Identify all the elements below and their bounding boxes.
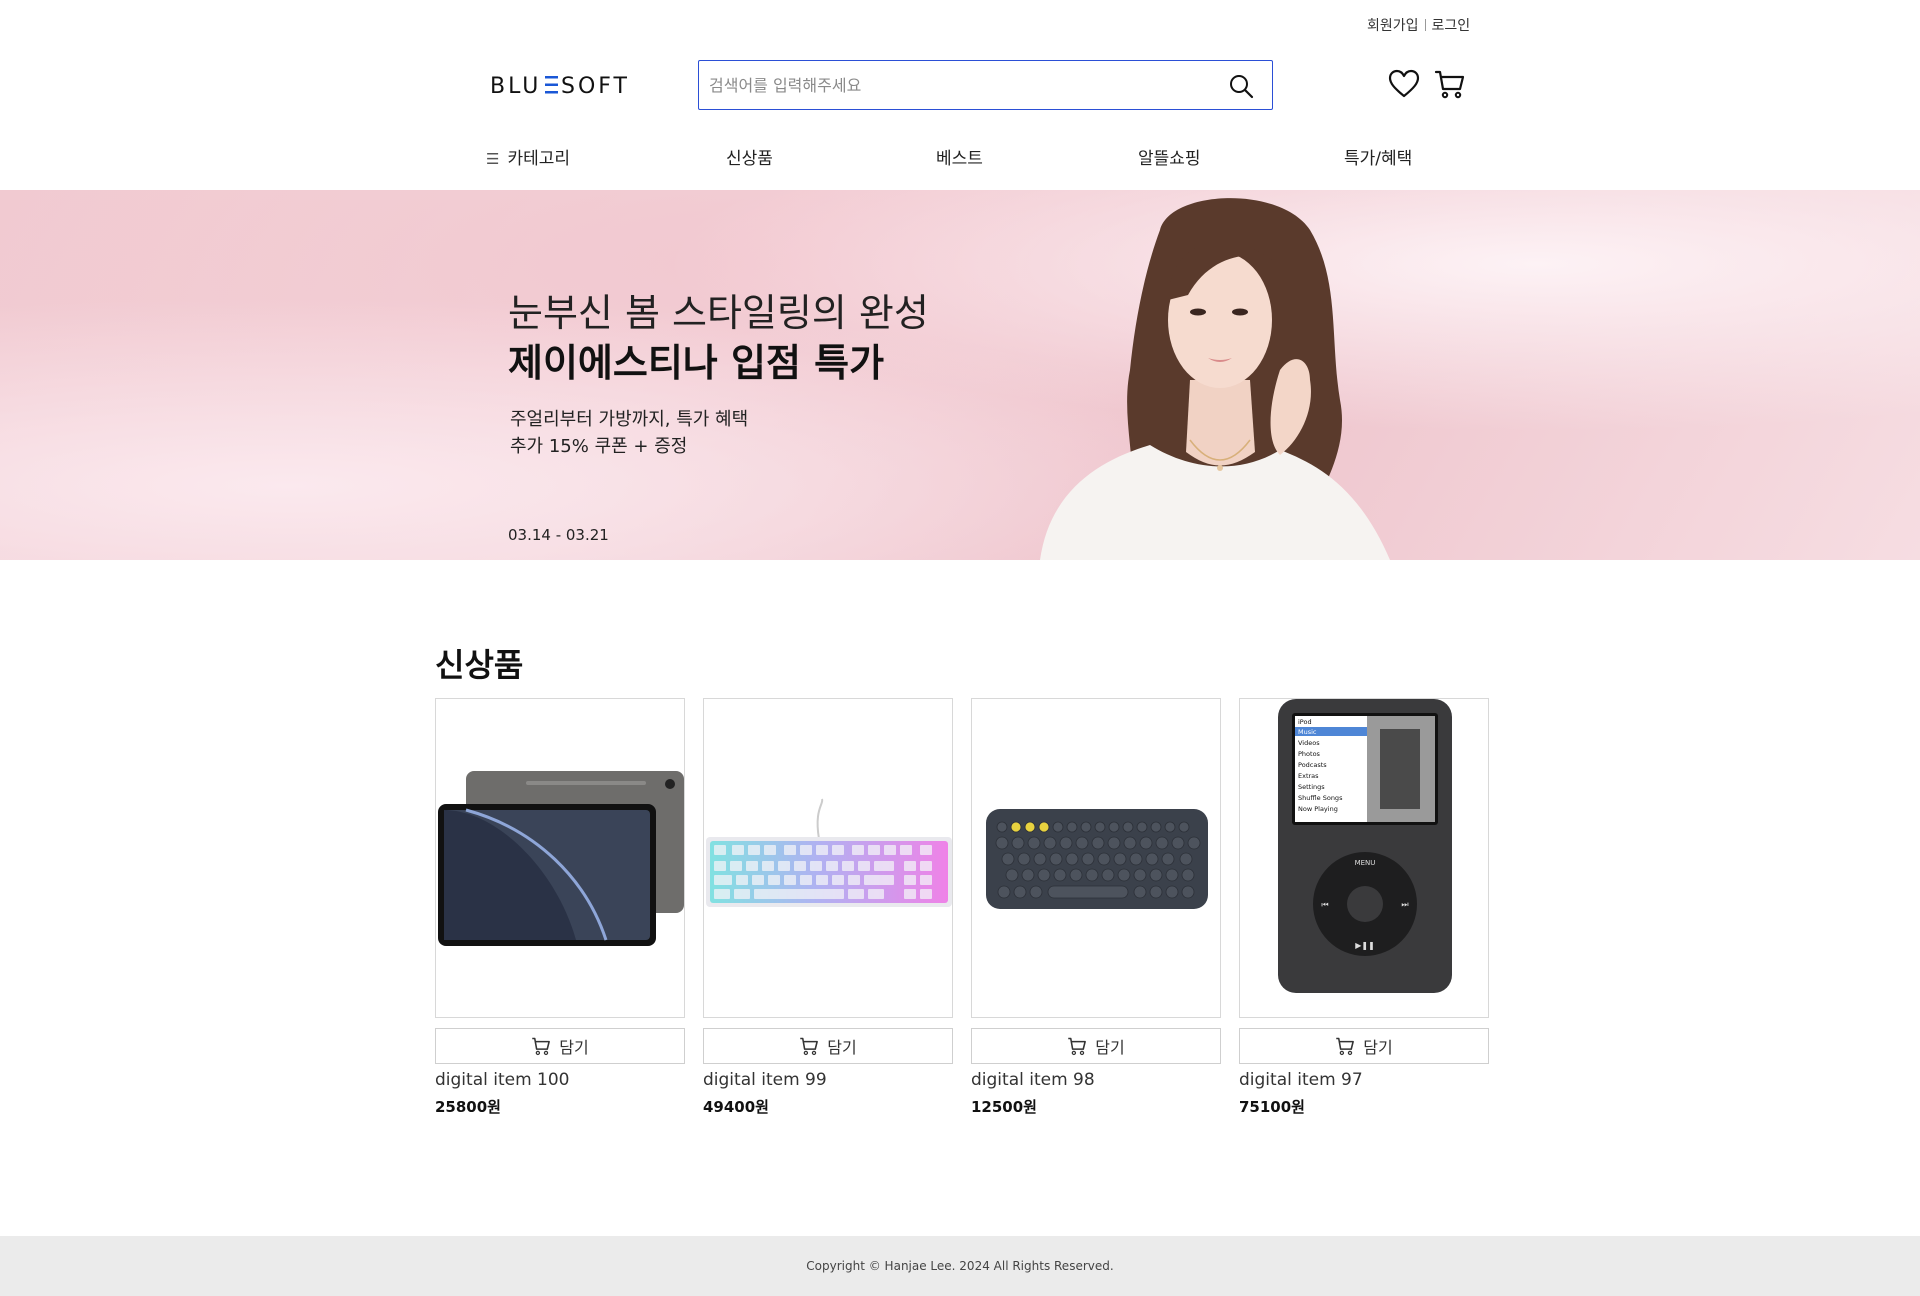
ipod-menu-item: Photos — [1298, 750, 1321, 758]
cart-button-label: 담기 — [559, 1038, 589, 1057]
cart-icon — [800, 1037, 819, 1056]
search-input[interactable] — [709, 61, 1209, 109]
nav-category-label: 카테고리 — [507, 149, 571, 169]
add-to-cart-button[interactable]: 담기 — [703, 1028, 953, 1064]
ipod-menu-item: Extras — [1298, 772, 1319, 780]
product-name[interactable]: digital item 97 — [1239, 1070, 1489, 1090]
main-nav: ☰ 카테고리 신상품 베스트 알뜰쇼핑 특가/혜택 — [486, 140, 1432, 170]
svg-text:SOFT: SOFT — [561, 74, 630, 99]
hamburger-icon: ☰ — [486, 150, 500, 168]
product-price: 49400원 — [703, 1098, 769, 1116]
header-icons — [1388, 68, 1466, 100]
nav-best[interactable]: 베스트 — [936, 144, 983, 169]
logo-wordmark: BLU SOFT — [490, 74, 630, 99]
product-name[interactable]: digital item 98 — [971, 1070, 1221, 1090]
footer: Copyright © Hanjae Lee. 2024 All Rights … — [0, 1236, 1920, 1296]
tablet-image — [438, 771, 684, 946]
cart-icon — [532, 1037, 551, 1056]
product-image[interactable]: iPod Music Videos Photos Podcasts Extras… — [1239, 698, 1489, 1018]
cart-icon — [1068, 1037, 1087, 1056]
svg-text:BLU: BLU — [490, 74, 541, 99]
add-to-cart-button[interactable]: 담기 — [971, 1028, 1221, 1064]
top-links: 회원가입 로그인 — [1367, 15, 1470, 35]
svg-text:▶❚❚: ▶❚❚ — [1355, 941, 1375, 950]
search-bar — [698, 60, 1273, 110]
banner-model-image — [1040, 198, 1390, 560]
add-to-cart-button[interactable]: 담기 — [435, 1028, 685, 1064]
add-to-cart-button[interactable]: 담기 — [1239, 1028, 1489, 1064]
login-link[interactable]: 로그인 — [1432, 15, 1471, 35]
ipod-menu-item: Shuffle Songs — [1298, 794, 1343, 802]
nav-special[interactable]: 특가/혜택 — [1344, 144, 1412, 169]
banner-subtext: 주얼리부터 가방까지, 특가 혜택 — [510, 409, 749, 430]
brand-logo[interactable]: BLU SOFT — [490, 71, 640, 105]
ipod-menu-item: Music — [1298, 728, 1317, 736]
ipod-wheel-label: MENU — [1355, 859, 1376, 867]
cart-button-label: 담기 — [827, 1038, 857, 1057]
product-price: 12500원 — [971, 1098, 1037, 1116]
svg-text:⏭: ⏭ — [1401, 900, 1408, 909]
ipod-menu-item: Podcasts — [1298, 761, 1327, 769]
banner-coupon-text: 추가 15% 쿠폰 + 증정 — [510, 436, 688, 457]
product-price: 75100원 — [1239, 1098, 1305, 1116]
banner-date: 03.14 - 03.21 — [508, 526, 609, 544]
ipod-image: iPod Music Videos Photos Podcasts Extras… — [1278, 699, 1452, 993]
ipod-menu-item: iPod — [1298, 718, 1312, 726]
promo-banner[interactable]: 눈부신 봄 스타일링의 완성 제이에스티나 입점 특가 주얼리부터 가방까지, … — [0, 190, 1920, 560]
product-card: iPod Music Videos Photos Podcasts Extras… — [1239, 698, 1489, 1117]
product-card: 담기 digital item 99 49400원 — [703, 698, 953, 1117]
search-icon[interactable] — [1228, 73, 1254, 99]
cart-button-label: 담기 — [1363, 1038, 1393, 1057]
product-name[interactable]: digital item 100 — [435, 1070, 685, 1090]
product-price: 25800원 — [435, 1098, 501, 1116]
ipod-menu-item: Settings — [1298, 783, 1325, 791]
product-image[interactable] — [971, 698, 1221, 1018]
svg-text:⏮: ⏮ — [1321, 900, 1328, 909]
compact-keyboard-image — [986, 809, 1208, 909]
product-list: 담기 digital item 100 25800원 담기 digital it… — [435, 698, 1489, 1117]
nav-category[interactable]: ☰ 카테고리 — [486, 144, 570, 169]
product-name[interactable]: digital item 99 — [703, 1070, 953, 1090]
cart-button-label: 담기 — [1095, 1038, 1125, 1057]
signup-link[interactable]: 회원가입 — [1367, 15, 1419, 35]
nav-saving[interactable]: 알뜰쇼핑 — [1138, 144, 1201, 169]
ipod-menu-item: Now Playing — [1298, 805, 1338, 813]
product-card: 담기 digital item 98 12500원 — [971, 698, 1221, 1117]
logo-e-mark — [545, 76, 558, 94]
product-image[interactable] — [435, 698, 685, 1018]
section-title: 신상품 — [435, 646, 524, 684]
cart-icon[interactable] — [1434, 68, 1466, 100]
keyboard-image — [706, 798, 952, 907]
product-image[interactable] — [703, 698, 953, 1018]
product-card: 담기 digital item 100 25800원 — [435, 698, 685, 1117]
ipod-menu-item: Videos — [1298, 739, 1320, 747]
nav-new[interactable]: 신상품 — [726, 144, 773, 169]
copyright-text: Copyright © Hanjae Lee. 2024 All Rights … — [806, 1259, 1114, 1273]
divider — [1424, 19, 1426, 31]
heart-icon[interactable] — [1388, 68, 1420, 100]
banner-title: 제이에스티나 입점 특가 — [508, 341, 885, 385]
cart-icon — [1336, 1037, 1355, 1056]
banner-headline: 눈부신 봄 스타일링의 완성 — [508, 291, 929, 335]
